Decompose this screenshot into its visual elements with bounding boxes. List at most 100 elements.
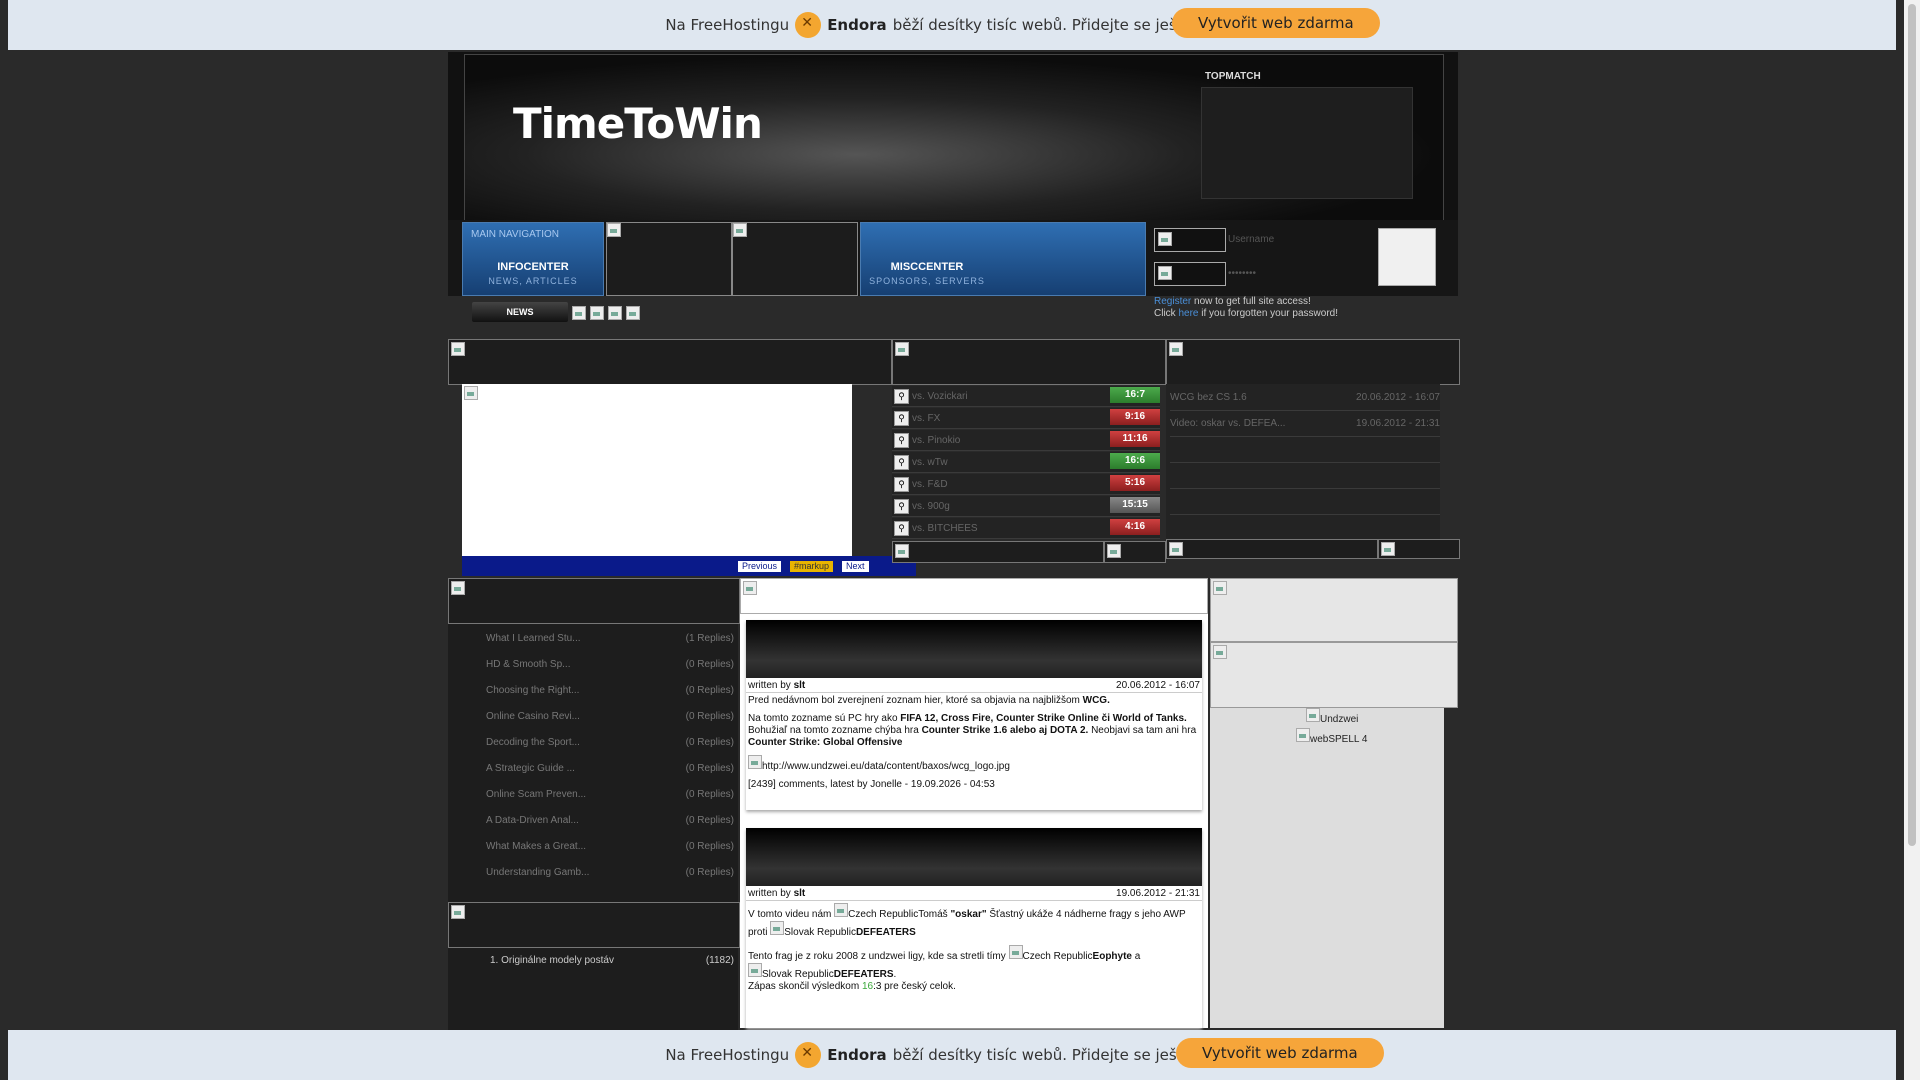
post-author: written by slt xyxy=(748,888,806,899)
promo-text-before: Na FreeHostingu xyxy=(665,16,790,34)
forgot-suffix: if you forgotten your password! xyxy=(1198,308,1338,319)
register-link[interactable]: Register xyxy=(1154,296,1191,307)
scrollbar-thumb[interactable] xyxy=(1908,4,1916,846)
nav-row: MAIN NAVIGATION INFOCENTER NEWS, ARTICLE… xyxy=(448,220,1458,296)
scrollbar[interactable] xyxy=(1904,0,1920,1080)
broken-image-icon xyxy=(1213,581,1227,595)
nav-image-1[interactable] xyxy=(606,222,732,296)
forum-topic-title: HD & Smooth Sp... xyxy=(486,659,571,670)
forum-topic[interactable]: HD & Smooth Sp... (0 Replies) xyxy=(486,656,734,676)
player-icon: ⚲ xyxy=(894,411,909,426)
forum-topic-title: Understanding Gamb... xyxy=(486,867,590,878)
news-date: 19.06.2012 - 21:31 xyxy=(1356,418,1440,429)
matches-footer xyxy=(892,541,1104,563)
social-icon[interactable] xyxy=(608,306,622,320)
site-title[interactable]: TimeToWin xyxy=(513,99,763,148)
player-icon: ⚲ xyxy=(894,499,909,514)
site-header: TimeToWin TOPMATCH xyxy=(448,52,1458,222)
forum-topic-replies: (0 Replies) xyxy=(685,763,734,774)
match-score[interactable]: 16:7 xyxy=(1110,387,1160,403)
register-suffix: now to get full site access! xyxy=(1191,296,1311,307)
create-web-button[interactable]: Vytvořit web zdarma xyxy=(1172,8,1380,38)
nav-misccenter[interactable]: MISCCENTER SPONSORS, SERVERS xyxy=(860,222,1146,296)
forum-topic-replies: (0 Replies) xyxy=(685,711,734,722)
comments-link[interactable]: [2439] xyxy=(748,779,776,790)
nav-infocenter[interactable]: MAIN NAVIGATION INFOCENTER NEWS, ARTICLE… xyxy=(462,222,604,296)
forgot-link[interactable]: here xyxy=(1178,308,1198,319)
forum-topic[interactable]: Online Scam Preven... (0 Replies) xyxy=(486,786,734,806)
create-web-button[interactable]: Vytvořit web zdarma xyxy=(1176,1038,1384,1068)
broken-image-icon xyxy=(1169,542,1183,556)
broken-image-icon xyxy=(1107,544,1121,558)
news-row[interactable]: Video: oskar vs. DEFEA... 19.06.2012 - 21… xyxy=(1170,412,1440,437)
social-icon[interactable] xyxy=(572,306,586,320)
match-score[interactable]: 5:16 xyxy=(1110,475,1160,491)
social-icon[interactable] xyxy=(626,306,640,320)
broken-image-icon xyxy=(451,581,465,595)
forum-topic[interactable]: Understanding Gamb... (0 Replies) xyxy=(486,864,734,884)
forum-topic[interactable]: What I Learned Stu... (1 Replies) xyxy=(486,630,734,650)
sponsor-undzwei[interactable]: Undzwei xyxy=(1306,708,1358,725)
file-item[interactable]: 1. Originálne modely postáv (1182) xyxy=(490,952,734,972)
post-meta: written by slt 19.06.2012 - 21:31 xyxy=(746,886,1202,901)
forum-topic-replies: (0 Replies) xyxy=(685,659,734,670)
sponsor-webspell[interactable]: webSPELL 4 xyxy=(1296,728,1367,745)
matches-footer-more[interactable] xyxy=(1104,541,1166,563)
forum-topic[interactable]: Online Casino Revi... (0 Replies) xyxy=(486,708,734,728)
forum-topic-title: What Makes a Great... xyxy=(486,841,587,852)
forum-topic[interactable]: A Strategic Guide ... (0 Replies) xyxy=(486,760,734,780)
news-button[interactable]: NEWS xyxy=(472,302,568,322)
news-footer-more[interactable] xyxy=(1378,539,1460,559)
login-button[interactable] xyxy=(1378,228,1436,286)
match-opponent: vs. 900g xyxy=(912,501,950,512)
slideshow-previous-button[interactable]: Previous xyxy=(738,561,782,572)
username-input[interactable] xyxy=(1154,228,1226,252)
news-post-2: written by slt 19.06.2012 - 21:31 V tomt… xyxy=(746,828,1202,1028)
post-image: http://www.undzwei.eu/data/content/baxos… xyxy=(748,755,1200,773)
flag-icon xyxy=(770,921,785,935)
match-score[interactable]: 4:16 xyxy=(1110,519,1160,535)
password-input[interactable] xyxy=(1154,262,1226,286)
forum-topic-replies: (0 Replies) xyxy=(685,867,734,878)
match-score[interactable]: 9:16 xyxy=(1110,409,1160,425)
flag-icon xyxy=(834,903,849,917)
forum-topic[interactable]: Decoding the Sport... (0 Replies) xyxy=(486,734,734,754)
match-opponent: vs. BITCHEES xyxy=(912,523,978,534)
match-opponent: vs. Vozickari xyxy=(912,391,968,402)
forum-topic-title: What I Learned Stu... xyxy=(486,633,581,644)
topmatch-label: TOPMATCH xyxy=(1205,71,1261,82)
forum-topic[interactable]: A Data-Driven Anal... (0 Replies) xyxy=(486,812,734,832)
news-post-1: written by slt 20.06.2012 - 16:07 Pred n… xyxy=(746,620,1202,810)
match-score[interactable]: 11:16 xyxy=(1110,431,1160,447)
news-row[interactable]: WCG bez CS 1.6 20.06.2012 - 16:07 xyxy=(1170,386,1440,411)
nav-image-2[interactable] xyxy=(732,222,858,296)
forum-topic[interactable]: What Makes a Great... (0 Replies) xyxy=(486,838,734,858)
social-icon[interactable] xyxy=(590,306,604,320)
news-title: WCG bez CS 1.6 xyxy=(1170,392,1247,403)
broken-image-icon xyxy=(1306,708,1320,722)
forum-topic-title: A Data-Driven Anal... xyxy=(486,815,579,826)
slideshow-markup-button[interactable]: #markup xyxy=(790,561,834,572)
post-date: 20.06.2012 - 16:07 xyxy=(1116,680,1200,691)
slideshow-image[interactable] xyxy=(462,384,852,556)
forum-topic[interactable]: Choosing the Right... (0 Replies) xyxy=(486,682,734,702)
slideshow-header xyxy=(448,339,892,385)
main-navigation-label: MAIN NAVIGATION xyxy=(471,229,559,240)
slideshow-next-button[interactable]: Next xyxy=(842,561,869,572)
misccenter-title: MISCCENTER xyxy=(890,261,964,273)
match-score[interactable]: 16:6 xyxy=(1110,453,1160,469)
player-icon: ⚲ xyxy=(894,455,909,470)
promo-bar-bottom: Na FreeHostingu Endora běží desítky tisí… xyxy=(8,1030,1896,1080)
match-score[interactable]: 15:15 xyxy=(1110,497,1160,513)
player-icon: ⚲ xyxy=(894,389,909,404)
broken-image-icon xyxy=(1169,342,1183,356)
forum-topic-title: Online Casino Revi... xyxy=(486,711,580,722)
register-text: Register now to get full site access! Cl… xyxy=(1154,296,1338,320)
sidebar-box-2 xyxy=(1210,642,1458,708)
file-count: (1182) xyxy=(705,955,734,966)
post-date: 19.06.2012 - 21:31 xyxy=(1116,888,1200,899)
post-paragraph: V tomto videu nám Czech RepublicTomáš "o… xyxy=(748,903,1200,939)
broken-image-icon xyxy=(1381,542,1395,556)
post-header xyxy=(746,620,1202,678)
sidebar-box-1 xyxy=(1210,578,1458,642)
